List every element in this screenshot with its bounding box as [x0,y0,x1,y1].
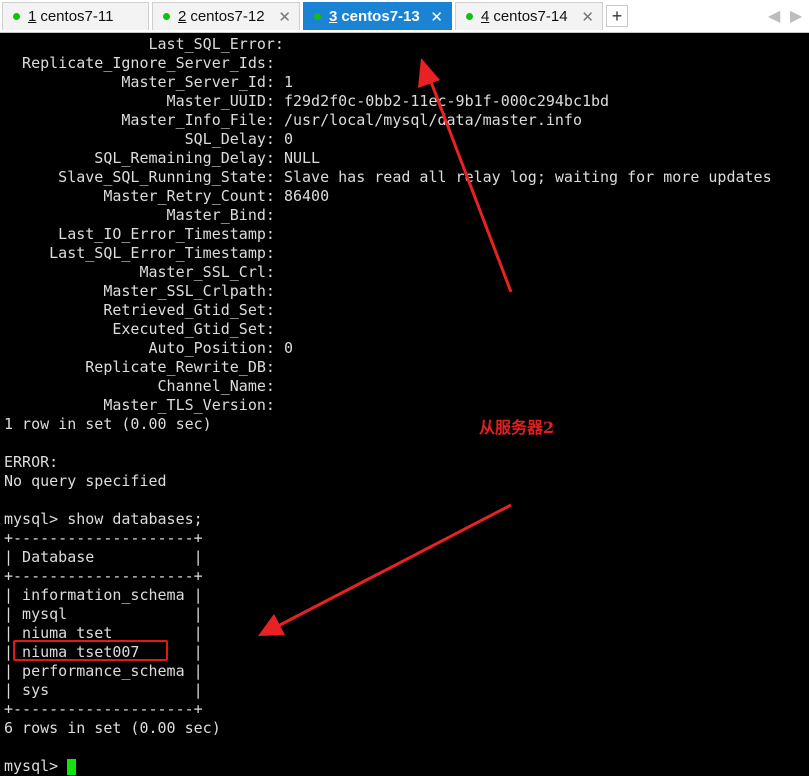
terminal-line: Last_SQL_Error: [4,35,284,53]
new-tab-button[interactable]: + [606,5,628,27]
session-tab-bar: 1 centos7-11 2 centos7-12 ✕ 3 centos7-13… [0,0,809,33]
tab-centos7-12[interactable]: 2 centos7-12 ✕ [152,2,300,30]
terminal-line: Master_TLS_Version: [4,396,275,414]
tab-centos7-11[interactable]: 1 centos7-11 [2,2,149,30]
terminal-line: Last_IO_Error_Timestamp: [4,225,275,243]
terminal-line: Master_Info_File: /usr/local/mysql/data/… [4,111,582,129]
terminal-line: No query specified [4,472,167,490]
tab-number: 4 [481,8,490,25]
tab-label: centos7-12 [190,8,265,25]
terminal-line: 1 row in set (0.00 sec) [4,415,212,433]
terminal-line: SQL_Delay: 0 [4,130,293,148]
terminal-line: Master_UUID: f29d2f0c-0bb2-11ec-9b1f-000… [4,92,610,110]
close-icon[interactable]: ✕ [581,8,594,26]
terminal-line: | mysql | [4,605,203,623]
terminal-line: Replicate_Ignore_Server_Ids: [4,54,275,72]
terminal-line: Retrieved_Gtid_Set: [4,301,275,319]
tab-label: centos7-14 [493,8,568,25]
terminal-line: Slave_SQL_Running_State: Slave has read … [4,168,772,186]
terminal-line: | Database | [4,548,203,566]
tab-number: 3 [329,8,338,25]
terminal-line: ERROR: [4,453,59,471]
terminal-line: Master_SSL_Crl: [4,263,275,281]
close-icon[interactable]: ✕ [278,8,291,26]
terminal-line: Auto_Position: 0 [4,339,293,357]
terminal-line: mysql> show databases; [4,510,203,528]
terminal-line: Master_Server_Id: 1 [4,73,293,91]
terminal-line: Channel_Name: [4,377,275,395]
terminal-line: +--------------------+ [4,700,203,718]
terminal-line: | sys | [4,681,203,699]
terminal-line: 6 rows in set (0.00 sec) [4,719,221,737]
terminal-cursor [67,759,76,775]
terminal-line: Master_Bind: [4,206,275,224]
terminal-line: +--------------------+ [4,567,203,585]
tab-number: 1 [28,8,37,25]
tab-label: centos7-11 [40,8,114,25]
scroll-tabs-right-icon[interactable]: ▶ [790,6,802,26]
terminal-prompt: mysql> [4,757,68,775]
terminal-line: Master_SSL_Crlpath: [4,282,275,300]
terminal-line: | information_schema | [4,586,203,604]
tab-centos7-14[interactable]: 4 centos7-14 ✕ [455,2,603,30]
terminal-line: | performance_schema | [4,662,203,680]
terminal-line: Last_SQL_Error_Timestamp: [4,244,275,262]
connection-status-icon [314,13,321,20]
tab-centos7-13[interactable]: 3 centos7-13 ✕ [303,2,452,30]
terminal-line: Replicate_Rewrite_DB: [4,358,275,376]
terminal-output[interactable]: Last_SQL_Error: Replicate_Ignore_Server_… [0,35,809,775]
connection-status-icon [466,13,473,20]
close-icon[interactable]: ✕ [430,8,443,26]
scroll-tabs-left-icon[interactable]: ◀ [768,6,780,26]
tab-label: centos7-13 [341,8,420,25]
terminal-line: Master_Retry_Count: 86400 [4,187,330,205]
connection-status-icon [13,13,20,20]
connection-status-icon [163,13,170,20]
tab-number: 2 [178,8,187,25]
terminal-line: SQL_Remaining_Delay: NULL [4,149,321,167]
annotation-label: 从服务器2 [479,418,555,437]
terminal-line: Executed_Gtid_Set: [4,320,275,338]
highlight-box [13,640,168,661]
terminal-line: +--------------------+ [4,529,203,547]
